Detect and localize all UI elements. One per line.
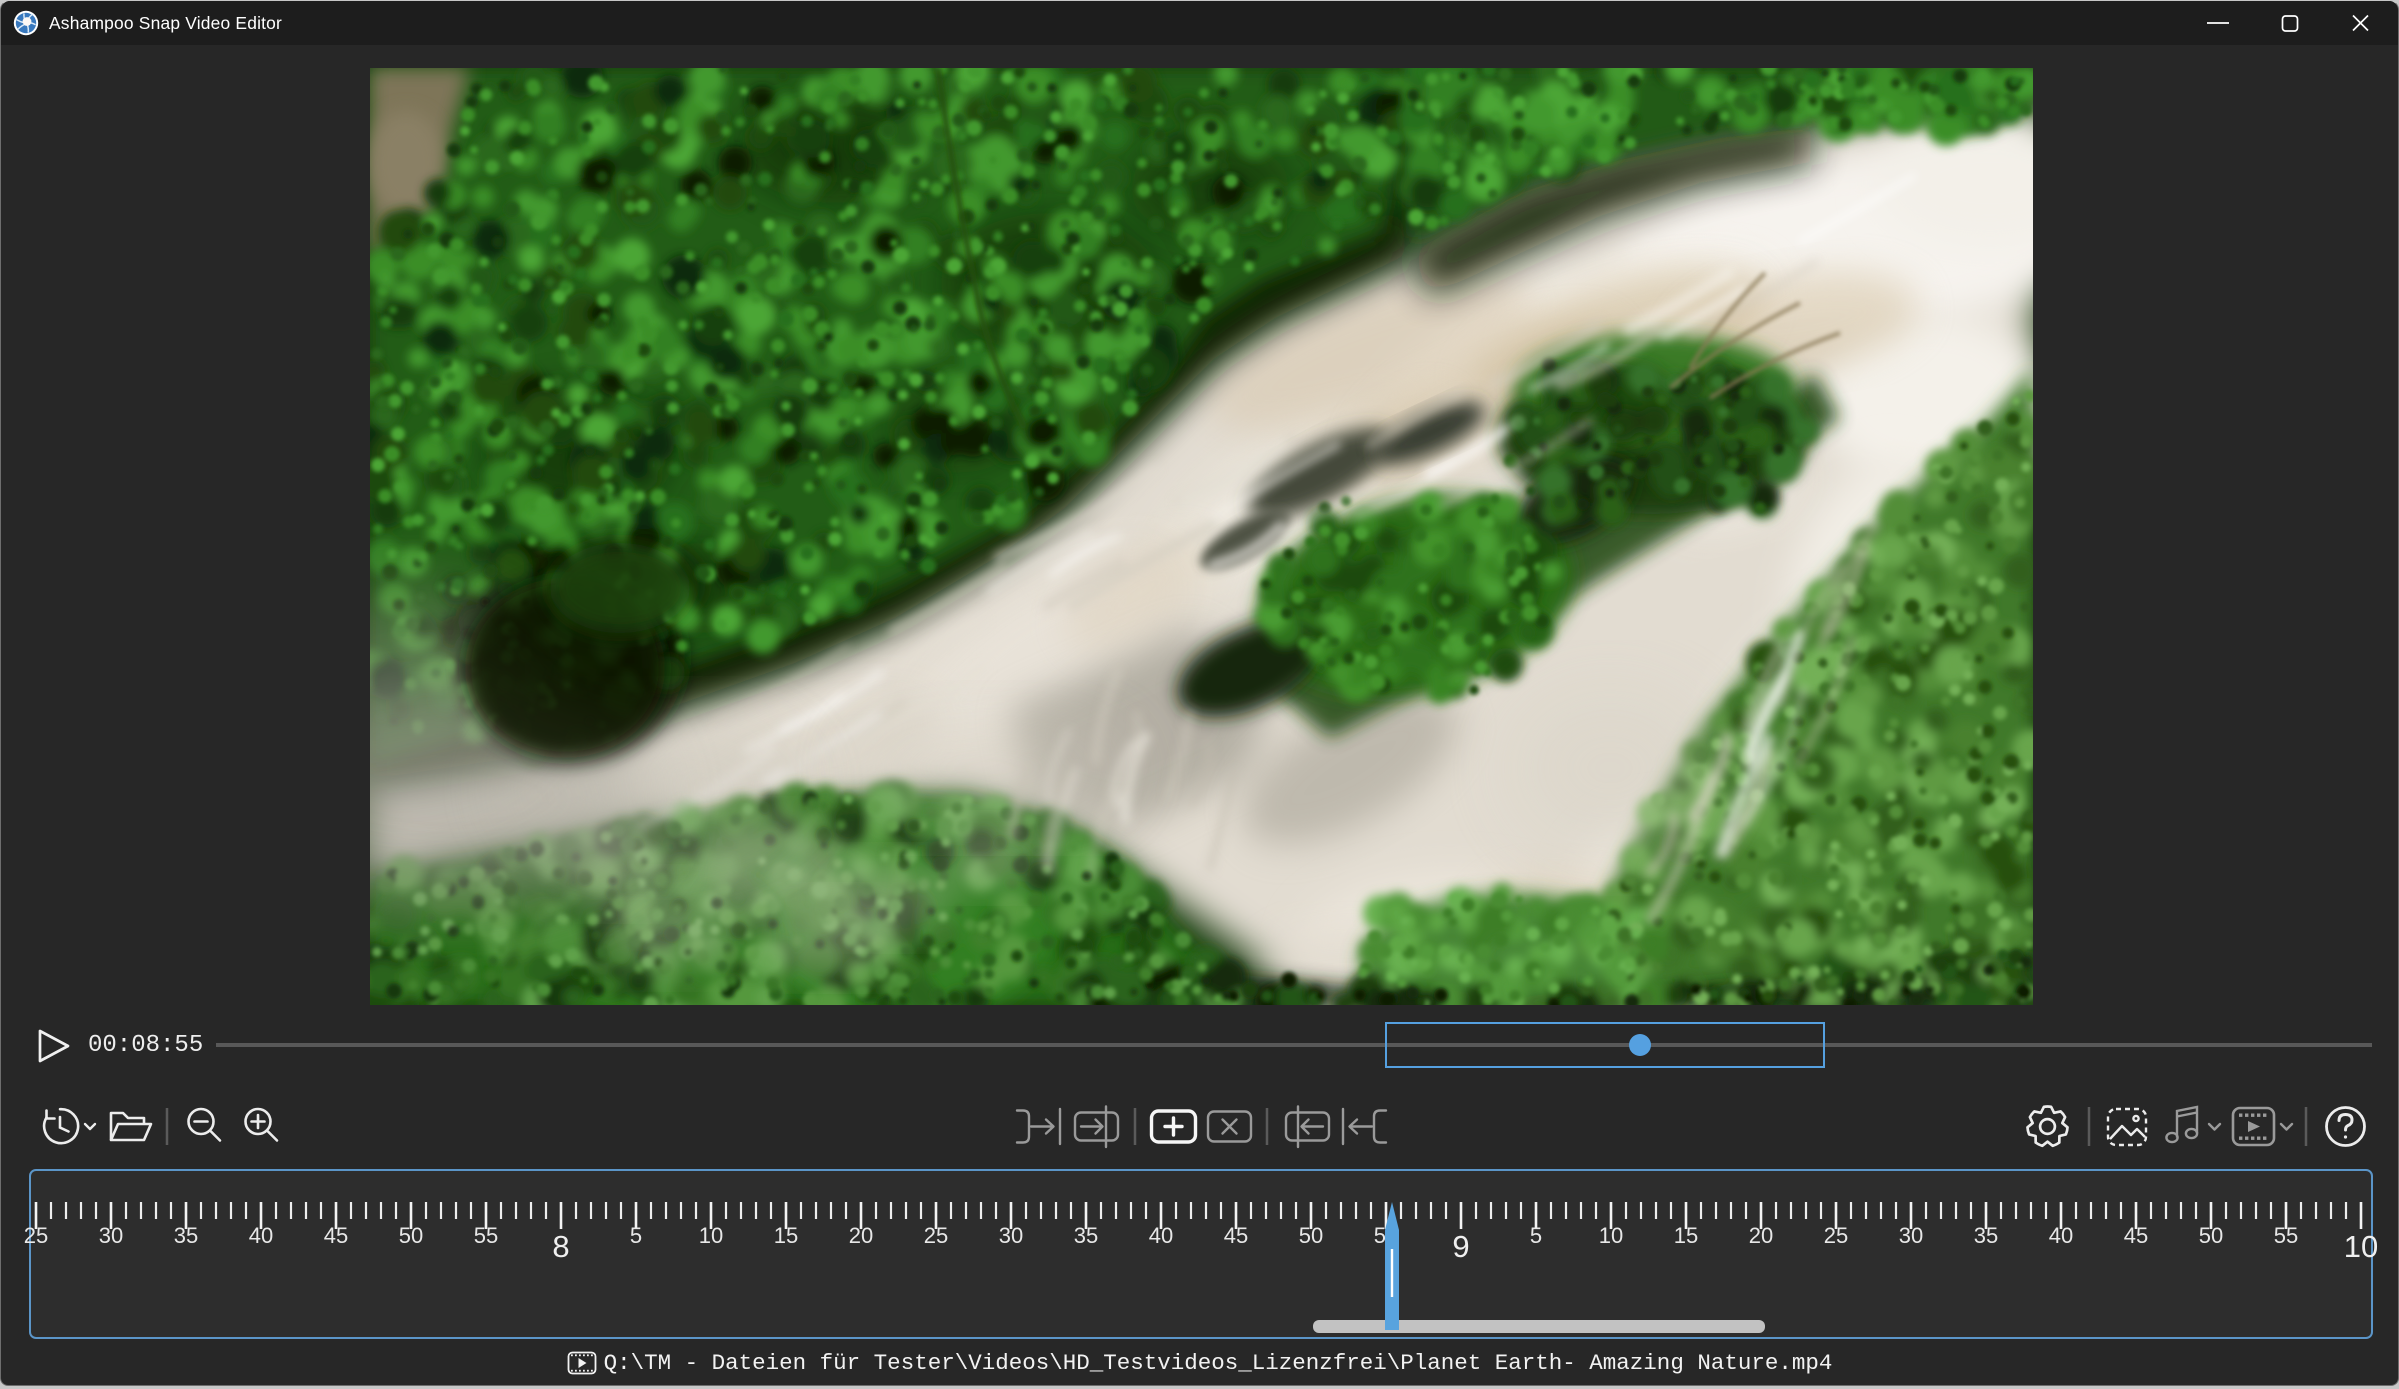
svg-text:25: 25 — [24, 1223, 48, 1248]
svg-text:9: 9 — [1452, 1229, 1469, 1264]
svg-text:25: 25 — [1824, 1223, 1848, 1248]
svg-text:55: 55 — [2274, 1223, 2298, 1248]
svg-text:45: 45 — [1224, 1223, 1248, 1248]
svg-text:5: 5 — [1530, 1223, 1542, 1248]
svg-text:20: 20 — [849, 1223, 873, 1248]
svg-text:45: 45 — [324, 1223, 348, 1248]
svg-text:8: 8 — [552, 1229, 569, 1264]
svg-text:50: 50 — [1299, 1223, 1323, 1248]
svg-text:50: 50 — [2199, 1223, 2223, 1248]
svg-text:25: 25 — [924, 1223, 948, 1248]
svg-text:20: 20 — [1749, 1223, 1773, 1248]
svg-text:15: 15 — [1674, 1223, 1698, 1248]
svg-text:40: 40 — [2049, 1223, 2073, 1248]
svg-text:10: 10 — [1599, 1223, 1623, 1248]
svg-text:30: 30 — [999, 1223, 1023, 1248]
svg-text:30: 30 — [99, 1223, 123, 1248]
svg-text:30: 30 — [1899, 1223, 1923, 1248]
svg-text:55: 55 — [474, 1223, 498, 1248]
svg-text:10: 10 — [699, 1223, 723, 1248]
svg-text:35: 35 — [174, 1223, 198, 1248]
svg-text:40: 40 — [1149, 1223, 1173, 1248]
svg-text:10: 10 — [2344, 1229, 2378, 1264]
svg-text:5: 5 — [630, 1223, 642, 1248]
svg-text:35: 35 — [1974, 1223, 1998, 1248]
svg-text:35: 35 — [1074, 1223, 1098, 1248]
svg-text:40: 40 — [249, 1223, 273, 1248]
svg-text:50: 50 — [399, 1223, 423, 1248]
svg-text:45: 45 — [2124, 1223, 2148, 1248]
svg-text:15: 15 — [774, 1223, 798, 1248]
